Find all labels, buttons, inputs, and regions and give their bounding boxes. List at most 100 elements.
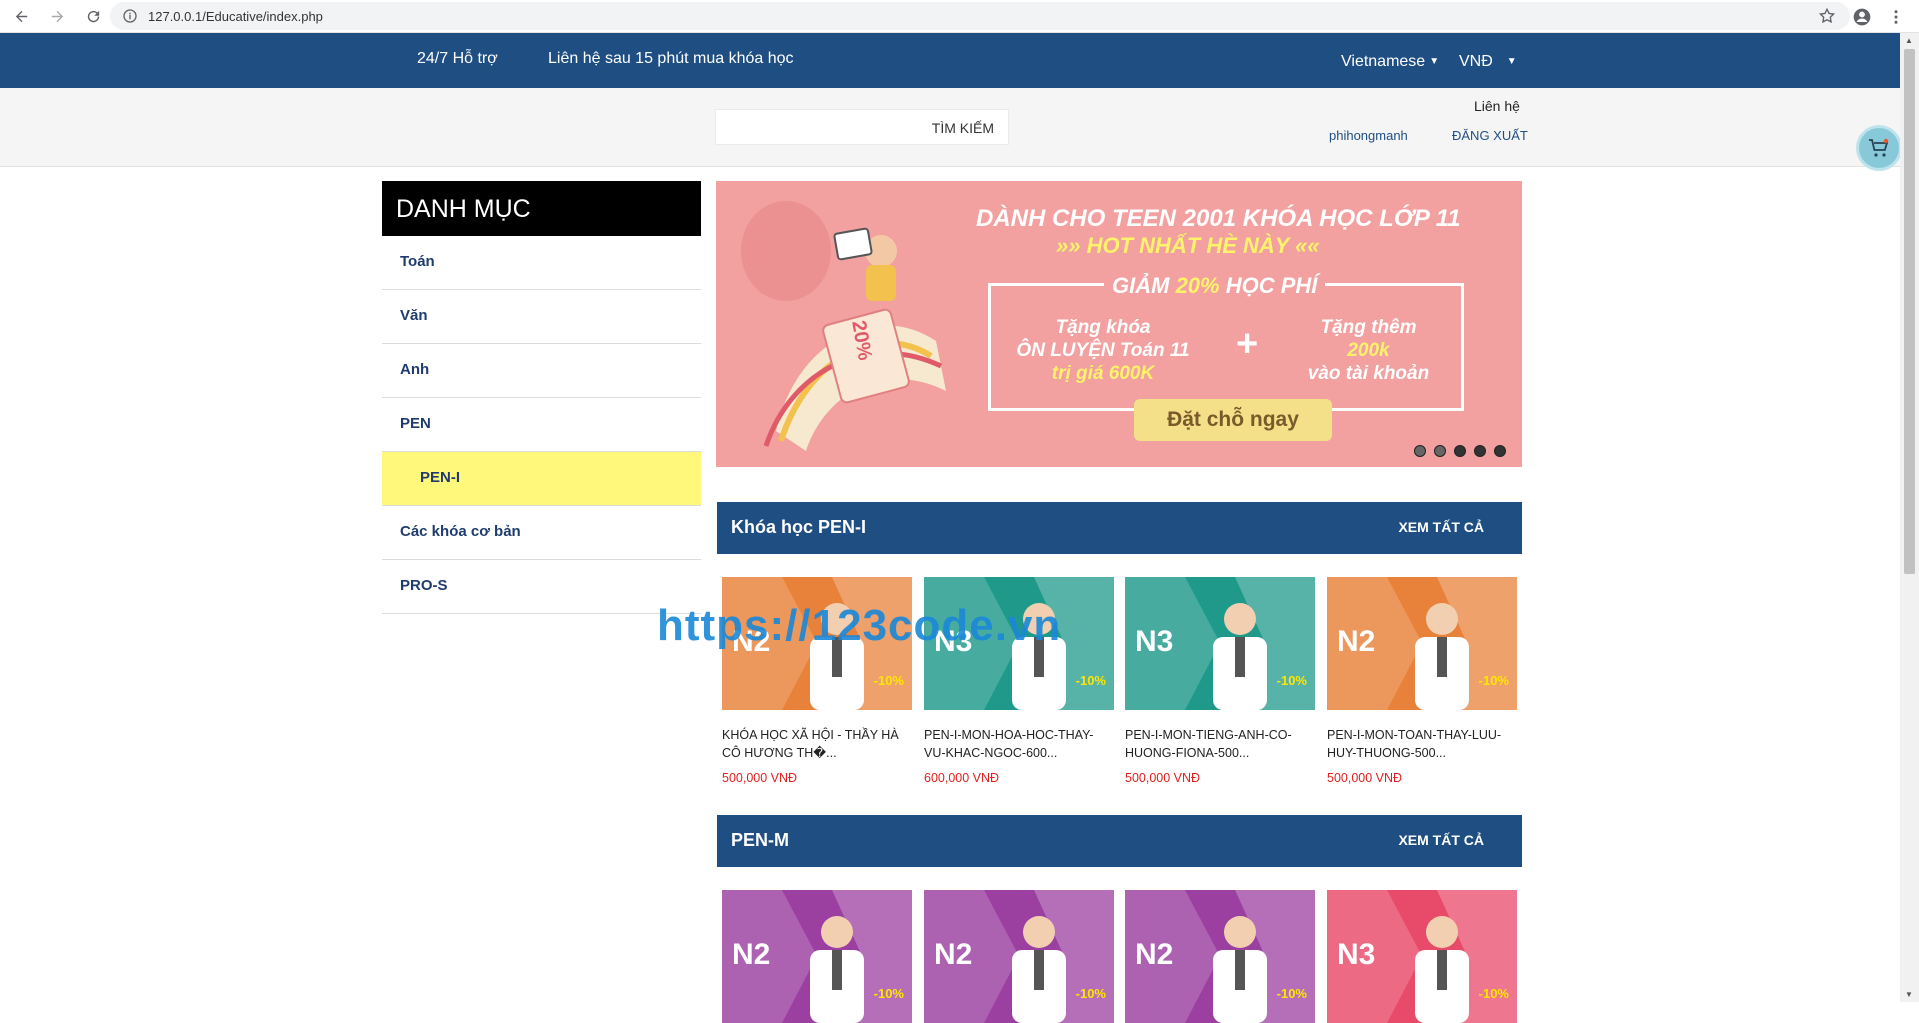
course-name[interactable]: PEN-I-MON-TOAN-THAY-LUU-HUY-THUONG-500..… bbox=[1327, 726, 1517, 764]
username-link[interactable]: phihongmanh bbox=[1329, 128, 1408, 143]
course-thumbnail[interactable]: N3 -10% bbox=[1327, 890, 1517, 1023]
sidebar-item-toan[interactable]: Toán bbox=[382, 236, 701, 290]
forward-icon[interactable] bbox=[42, 1, 72, 31]
plus-icon: + bbox=[1236, 323, 1259, 365]
course-level: N2 bbox=[934, 938, 973, 971]
bookmark-star-icon[interactable] bbox=[1818, 7, 1836, 25]
back-icon[interactable] bbox=[6, 1, 36, 31]
course-price: 600,000 VNĐ bbox=[924, 771, 1000, 785]
course-card[interactable]: N3 -10% PEN-I-MON-TIENG-ANH-CO-HUONG-FIONA… bbox=[1125, 577, 1315, 785]
gift2-line1: Tặng thêm bbox=[1320, 317, 1417, 338]
contact-link[interactable]: Liên hệ bbox=[1474, 98, 1520, 114]
slider-dot[interactable] bbox=[1414, 445, 1426, 457]
gift2-line2: 200k bbox=[1347, 340, 1390, 361]
caret-down-icon: ▼ bbox=[1506, 56, 1517, 67]
slider-dot[interactable] bbox=[1434, 445, 1446, 457]
cart-button[interactable] bbox=[1856, 125, 1902, 171]
course-name[interactable]: PEN-I-MON-TIENG-ANH-CO-HUONG-FIONA-500..… bbox=[1125, 726, 1315, 764]
sidebar-title: DANH MỤC bbox=[382, 181, 701, 236]
course-name[interactable]: KHÓA HỌC XÃ HỘI - THẦY HÀ CÔ HƯƠNG TH�..… bbox=[722, 726, 912, 764]
section-pen-m-header: PEN-M XEM TẤT CẢ bbox=[717, 815, 1522, 867]
sidebar-item-pen[interactable]: PEN bbox=[382, 398, 701, 452]
top-info-bar: 24/7 Hỗ trợ Liên hệ sau 15 phút mua khóa… bbox=[0, 33, 1900, 88]
discount-badge: -10% bbox=[873, 986, 904, 1001]
discount-value: 20% bbox=[1175, 273, 1220, 298]
slider-dot[interactable] bbox=[1454, 445, 1466, 457]
currency-select[interactable]: VNĐ ▼ bbox=[1459, 53, 1517, 71]
gift1-line2: ÔN LUYỆN Toán 11 bbox=[1016, 340, 1190, 361]
course-thumbnail[interactable]: N2 -10% bbox=[722, 890, 912, 1023]
search-box: TÌM KIẾM bbox=[715, 109, 1009, 145]
category-sidebar: DANH MỤC Toán Văn Anh PEN PEN-I Các khóa… bbox=[382, 181, 701, 614]
search-button[interactable]: TÌM KIẾM bbox=[932, 120, 994, 136]
address-bar[interactable]: 127.0.0.1/Educative/index.php bbox=[110, 2, 1850, 30]
course-card[interactable]: N2 -10% bbox=[924, 890, 1114, 1023]
promo-banner[interactable]: 20% DÀNH CHO TEEN 2001 KHÓA HỌC LỚP 11 »… bbox=[716, 181, 1522, 467]
discount-post: HỌC PHÍ bbox=[1219, 273, 1318, 298]
view-all-link[interactable]: XEM TẤT CẢ bbox=[1398, 832, 1484, 848]
course-price: 500,000 VNĐ bbox=[1327, 771, 1403, 785]
site-header: TÌM KIẾM Liên hệ phihongmanh ĐĂNG XUẤT bbox=[0, 88, 1900, 167]
sidebar-item-anh[interactable]: Anh bbox=[382, 344, 701, 398]
scroll-up-icon[interactable]: ▲ bbox=[1905, 36, 1913, 45]
course-level: N2 bbox=[1337, 625, 1376, 658]
sidebar-item-van[interactable]: Văn bbox=[382, 290, 701, 344]
currency-value: VNĐ bbox=[1459, 53, 1493, 70]
discount-badge: -10% bbox=[1075, 673, 1106, 688]
gift1-line1: Tặng khóa bbox=[1055, 317, 1151, 338]
course-card[interactable]: N3 -10% bbox=[1327, 890, 1517, 1023]
scrollbar-thumb[interactable] bbox=[1904, 49, 1915, 574]
scroll-down-icon[interactable]: ▼ bbox=[1905, 990, 1913, 999]
watermark-text: https://123code.vn bbox=[657, 601, 1062, 650]
info-icon[interactable] bbox=[122, 8, 138, 24]
view-all-link[interactable]: XEM TẤT CẢ bbox=[1398, 519, 1484, 535]
discount-badge: -10% bbox=[1075, 986, 1106, 1001]
section-pen-i-header: Khóa học PEN-I XEM TẤT CẢ bbox=[717, 502, 1522, 554]
discount-badge: -10% bbox=[1478, 986, 1509, 1001]
reload-icon[interactable] bbox=[78, 1, 108, 31]
sidebar-item-pro-s[interactable]: PRO-S bbox=[382, 560, 701, 614]
section-title: Khóa học PEN-I bbox=[731, 517, 867, 537]
caret-down-icon: ▼ bbox=[1429, 56, 1440, 67]
menu-kebab-icon[interactable] bbox=[1883, 4, 1909, 30]
profile-icon[interactable] bbox=[1849, 4, 1875, 30]
page-scrollbar[interactable]: ▲ ▼ bbox=[1900, 33, 1919, 1002]
slider-dot[interactable] bbox=[1474, 445, 1486, 457]
course-thumbnail[interactable]: N2 -10% bbox=[1125, 890, 1315, 1023]
url-text: 127.0.0.1/Educative/index.php bbox=[148, 8, 323, 24]
browser-toolbar: 127.0.0.1/Educative/index.php bbox=[0, 0, 1919, 33]
course-price: 500,000 VNĐ bbox=[1125, 771, 1201, 785]
course-level: N2 bbox=[1135, 938, 1174, 971]
banner-subheadline: »» HOT NHẤT HÈ NÀY «« bbox=[1056, 233, 1320, 258]
course-thumbnail[interactable]: N2 -10% bbox=[924, 890, 1114, 1023]
logout-link[interactable]: ĐĂNG XUẤT bbox=[1452, 128, 1528, 143]
banner-discount: GIẢM 20% HỌC PHÍ bbox=[1104, 273, 1326, 299]
course-name[interactable]: PEN-I-MON-HOA-HOC-THAY-VU-KHAC-NGOC-600.… bbox=[924, 726, 1114, 764]
gift2-line3: vào tài khoản bbox=[1307, 363, 1430, 384]
contact-note-text: Liên hệ sau 15 phút mua khóa học bbox=[548, 50, 794, 67]
course-level: N2 bbox=[732, 938, 771, 971]
sidebar-item-basic-courses[interactable]: Các khóa cơ bản bbox=[382, 506, 701, 560]
language-value: Vietnamese bbox=[1341, 53, 1426, 70]
language-select[interactable]: Vietnamese ▼ bbox=[1341, 53, 1439, 71]
slider-dot[interactable] bbox=[1494, 445, 1506, 457]
discount-badge: -10% bbox=[1276, 673, 1307, 688]
cart-icon bbox=[1869, 138, 1889, 157]
discount-badge: -10% bbox=[873, 673, 904, 688]
search-input[interactable] bbox=[716, 110, 916, 144]
course-card[interactable]: N2 -10% bbox=[722, 890, 912, 1023]
course-level: N3 bbox=[1135, 625, 1174, 658]
sidebar-item-pen-i[interactable]: PEN-I bbox=[382, 452, 701, 506]
banner-cta-button[interactable]: Đặt chỗ ngay bbox=[1134, 399, 1332, 441]
gift1-line3: trị giá 600K bbox=[1051, 363, 1155, 384]
slider-dots bbox=[1414, 445, 1506, 457]
discount-pre: GIẢM bbox=[1112, 273, 1176, 298]
course-card[interactable]: N2 -10% PEN-I-MON-TOAN-THAY-LUU-HUY-THUONG… bbox=[1327, 577, 1517, 785]
banner-gift-course: Tặng khóa ÔN LUYỆN Toán 11 trị giá 600K bbox=[998, 316, 1208, 385]
course-level: N3 bbox=[1337, 938, 1376, 971]
discount-badge: -10% bbox=[1478, 673, 1509, 688]
course-price: 500,000 VNĐ bbox=[722, 771, 798, 785]
course-card[interactable]: N2 -10% bbox=[1125, 890, 1315, 1023]
course-thumbnail[interactable]: N2 -10% bbox=[1327, 577, 1517, 710]
course-thumbnail[interactable]: N3 -10% bbox=[1125, 577, 1315, 710]
